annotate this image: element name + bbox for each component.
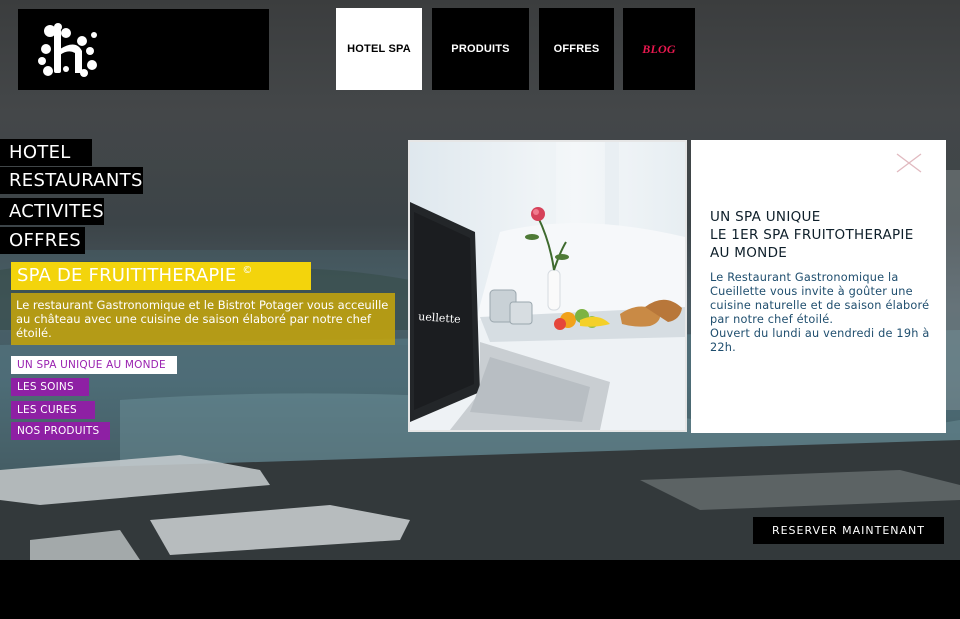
panel-heading-line-1: UN SPA UNIQUE <box>710 209 821 225</box>
hotel-logo-icon <box>38 23 97 77</box>
panel-body: Le Restaurant Gastronomique la Cueillett… <box>710 271 935 355</box>
section-description: Le restaurant Gastronomique et le Bistro… <box>11 293 395 345</box>
panel-body-text: Le Restaurant Gastronomique la Cueillett… <box>710 271 930 326</box>
subnav-item-spa-unique[interactable]: UN SPA UNIQUE AU MONDE <box>11 356 177 374</box>
panel-heading-line-2: LE 1ER SPA FRUITOTHERAPIE <box>710 227 914 243</box>
footer-bar <box>0 560 960 619</box>
nav-produits[interactable]: PRODUITS <box>432 8 529 90</box>
reserve-now-button[interactable]: RESERVER MAINTENANT <box>753 517 944 544</box>
subnav-item-cures[interactable]: LES CURES <box>11 401 95 419</box>
subnav-item-soins[interactable]: LES SOINS <box>11 378 89 396</box>
sidebar-item-hotel[interactable]: HOTEL <box>0 139 92 166</box>
copyright-mark: © <box>242 265 253 276</box>
spa-photo: uellette <box>408 140 687 432</box>
sidebar-item-restaurants[interactable]: RESTAURANTS <box>0 167 143 194</box>
nav-blog[interactable]: BLOG <box>623 8 695 90</box>
panel-hours: Ouvert du lundi au vendredi de 19h à 22h… <box>710 327 930 354</box>
info-panel: UN SPA UNIQUE LE 1ER SPA FRUITOTHERAPIE … <box>691 140 946 433</box>
section-title: SPA DE FRUITITHERAPIE © <box>11 262 311 290</box>
panel-heading-line-3: AU MONDE <box>710 245 788 261</box>
nav-offres[interactable]: OFFRES <box>539 8 614 90</box>
nav-hotel-spa[interactable]: HOTEL SPA <box>336 8 422 90</box>
logo[interactable] <box>18 9 269 90</box>
section-title-text: SPA DE FRUITITHERAPIE <box>17 265 237 286</box>
subnav-item-produits[interactable]: NOS PRODUITS <box>11 422 110 440</box>
panel-heading: UN SPA UNIQUE LE 1ER SPA FRUITOTHERAPIE … <box>710 208 935 262</box>
sidebar-item-activites[interactable]: ACTIVITES <box>0 198 104 225</box>
breakfast-laptop-image: uellette <box>410 142 685 430</box>
close-icon[interactable] <box>895 152 923 174</box>
sidebar-item-offres[interactable]: OFFRES <box>0 227 85 254</box>
